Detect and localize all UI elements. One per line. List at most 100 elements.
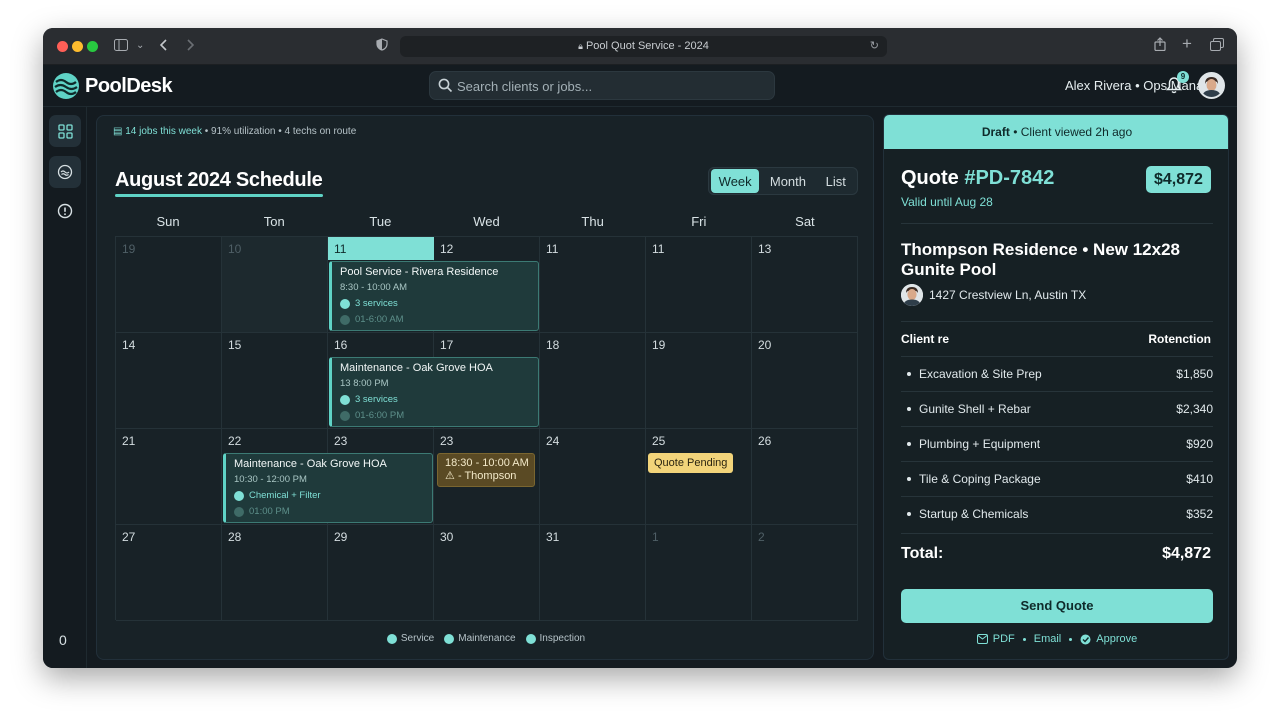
sidebar-item-info[interactable] — [49, 195, 81, 227]
pooldesk-logo-icon[interactable] — [52, 72, 80, 100]
close-window-button[interactable] — [57, 41, 68, 52]
quote-number: Quote #PD-7842 — [901, 167, 1054, 190]
calendar-day[interactable]: 24 — [540, 429, 646, 525]
divider — [901, 223, 1213, 224]
plus-icon[interactable]: + — [1182, 35, 1192, 53]
calendar-day[interactable]: 29 — [328, 525, 434, 621]
event-detail-text: 01:00 PM — [249, 506, 290, 517]
tabs-icon[interactable] — [1210, 37, 1224, 55]
calendar-day[interactable]: 19 — [116, 237, 222, 333]
calendar-day[interactable]: 28 — [222, 525, 328, 621]
calendar-day[interactable]: 25 — [646, 429, 752, 525]
approve-icon — [1080, 634, 1091, 644]
line-item-name: Startup & Chemicals — [919, 507, 1029, 521]
legend-label: Maintenance — [458, 633, 516, 644]
search-box[interactable] — [429, 71, 775, 100]
event-time: 18:30 - 10:00 AM — [445, 457, 529, 469]
address-bar[interactable]: 🔒︎ Pool Quot Service - 2024 ↻ — [400, 36, 887, 57]
browser-window: ⌄ 🔒︎ Pool Quot Service - 2024 ↻ + PoolDe… — [43, 28, 1237, 668]
reload-icon[interactable]: ↻ — [870, 36, 879, 57]
calendar-day[interactable]: 11 — [540, 237, 646, 333]
calendar-day[interactable]: 11 — [646, 237, 752, 333]
check-icon — [340, 314, 350, 325]
sidebar-icon[interactable] — [114, 37, 128, 55]
back-icon[interactable] — [159, 37, 168, 55]
day-number: 19 — [652, 338, 666, 352]
event-title: - Thompson — [457, 470, 517, 482]
minimize-window-button[interactable] — [72, 41, 83, 52]
stats-summary: • 91% utilization • 4 techs on route — [201, 126, 357, 137]
day-number: 22 — [228, 434, 242, 448]
send-quote-button[interactable]: Send Quote — [901, 589, 1213, 623]
pdf-icon — [976, 634, 988, 644]
line-item-name: Excavation & Site Prep — [919, 367, 1042, 381]
view-week-button[interactable]: Week — [711, 169, 760, 193]
approve-label: Approve — [1096, 633, 1138, 645]
quote-panel: Draft • Client viewed 2h ago Quote #PD-7… — [883, 114, 1229, 660]
day-number: 1 — [652, 530, 659, 544]
quote-line-item: Startup & Chemicals $352 — [901, 496, 1213, 531]
pdf-link[interactable]: PDF — [976, 633, 1015, 645]
day-number: 23 — [440, 434, 454, 448]
forward-icon[interactable] — [186, 37, 195, 55]
event-title: Maintenance - Oak Grove HOA — [340, 362, 493, 374]
calendar-day[interactable]: 2 — [752, 525, 858, 621]
calendar-day[interactable]: 15 — [222, 333, 328, 429]
schedule-panel: ▤ 14 jobs this week • 91% utilization • … — [96, 115, 874, 660]
calendar-day[interactable]: 13 — [752, 237, 858, 333]
event-pool-service-rivera[interactable]: Pool Service - Rivera Residence 8:30 - 1… — [329, 261, 539, 331]
event-detail-text: 3 services — [355, 394, 398, 405]
sidebar-item-dashboard[interactable] — [49, 115, 81, 147]
quote-amount-badge: $4,872 — [1146, 166, 1211, 193]
day-number: 2 — [758, 530, 765, 544]
calendar-day[interactable]: 30 — [434, 525, 540, 621]
event-maintenance-oak-grove[interactable]: Maintenance - Oak Grove HOA 13 8:00 PM 3… — [329, 357, 539, 427]
approve-link[interactable]: Approve — [1080, 633, 1137, 645]
warning-icon: ⚠ — [445, 470, 455, 482]
view-toggle: Week Month List — [708, 167, 858, 195]
maximize-window-button[interactable] — [87, 41, 98, 52]
schedule-title: August 2024 Schedule — [115, 169, 323, 191]
line-item-value: $1,850 — [1176, 367, 1213, 381]
legend-dot-icon — [444, 633, 455, 644]
sidebar-item-pools[interactable] — [49, 156, 81, 188]
total-label: Total: — [901, 545, 944, 562]
calendar-day[interactable]: 26 — [752, 429, 858, 525]
weekday-thu: Thu — [581, 214, 604, 229]
calendar-day[interactable]: 1 — [646, 525, 752, 621]
quote-pending-badge[interactable]: Quote Pending — [648, 453, 734, 473]
calendar-day[interactable]: 20 — [752, 333, 858, 429]
day-number: 11 — [652, 242, 665, 256]
calendar-day[interactable]: 18 — [540, 333, 646, 429]
check-icon — [234, 506, 244, 517]
calendar-day[interactable]: 21 — [116, 429, 222, 525]
page-url-title: Pool Quot Service - 2024 — [585, 40, 709, 52]
share-icon[interactable] — [1154, 37, 1166, 55]
calendar-day[interactable]: 14 — [116, 333, 222, 429]
calendar-day[interactable]: 27 — [116, 525, 222, 621]
event-maintenance-oak-grove-2[interactable]: Maintenance - Oak Grove HOA 10:30 - 12:0… — [223, 453, 433, 523]
user-avatar[interactable] — [1198, 72, 1225, 99]
email-label: Email — [1033, 633, 1062, 645]
view-month-button[interactable]: Month — [761, 169, 814, 193]
day-number: 30 — [440, 530, 454, 544]
calendar-day[interactable]: 10 — [222, 237, 328, 333]
event-thompson-warning[interactable]: 18:30 - 10:00 AM ⚠ - Thompson — [437, 453, 535, 487]
quote-line-item: Tile & Coping Package $410 — [901, 461, 1213, 496]
title-underline — [115, 194, 323, 197]
search-input[interactable] — [457, 76, 757, 96]
check-icon — [340, 410, 350, 421]
quote-line-item: Gunite Shell + Rebar $2,340 — [901, 391, 1213, 426]
email-link[interactable]: Email — [1034, 633, 1062, 645]
view-list-button[interactable]: List — [817, 169, 855, 193]
weekday-sat: Sat — [795, 214, 815, 229]
chevron-down-icon[interactable]: ⌄ — [136, 37, 144, 55]
sidebar-bottom-indicator[interactable]: 0 — [59, 632, 67, 648]
search-icon — [438, 78, 453, 93]
browser-toolbar: ⌄ 🔒︎ Pool Quot Service - 2024 ↻ + — [43, 28, 1237, 65]
calendar-day[interactable]: 19 — [646, 333, 752, 429]
weekday-fri: Fri — [691, 214, 707, 229]
shield-icon[interactable] — [376, 37, 388, 55]
brand-name[interactable]: PoolDesk — [85, 75, 173, 98]
calendar-day[interactable]: 31 — [540, 525, 646, 621]
